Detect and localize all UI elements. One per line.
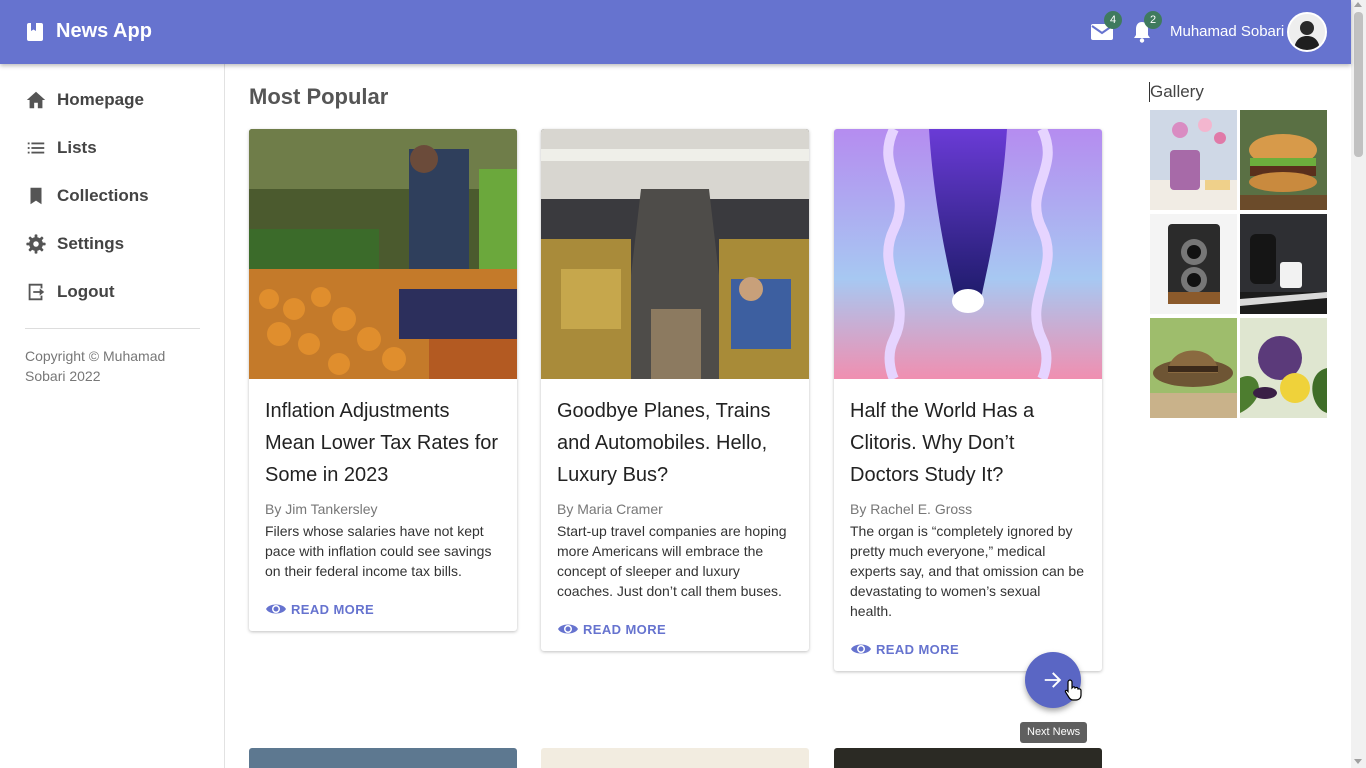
- news-title[interactable]: Inflation Adjustments Mean Lower Tax Rat…: [265, 395, 501, 491]
- news-author: By Jim Tankersley: [265, 501, 378, 517]
- list-icon: [27, 142, 45, 154]
- sidebar-divider: [25, 328, 200, 329]
- gallery-title: Gallery: [1150, 82, 1204, 101]
- news-card: Goodbye Planes, Trains and Automobiles. …: [541, 129, 809, 651]
- page-title: Most Popular: [249, 84, 389, 109]
- sidebar-item-lists[interactable]: Lists: [25, 134, 97, 162]
- app-title[interactable]: News App: [56, 20, 152, 43]
- scroll-up-arrow-icon[interactable]: [1354, 2, 1362, 7]
- news-card-peek[interactable]: [834, 748, 1102, 768]
- read-more-button[interactable]: READ MORE: [265, 601, 501, 617]
- news-card: Half the World Has a Clitoris. Why Don’t…: [834, 129, 1102, 671]
- gallery-thumb[interactable]: [1150, 318, 1237, 418]
- logout-icon: [28, 283, 45, 301]
- eye-icon: [266, 604, 286, 614]
- user-photo-icon: [1289, 14, 1325, 50]
- tooltip: Next News: [1020, 722, 1088, 743]
- sidebar-item-label: Settings: [57, 234, 125, 253]
- notification-badge: 2: [1144, 11, 1162, 29]
- mail-button[interactable]: 4: [1090, 11, 1122, 44]
- eye-icon: [851, 644, 871, 654]
- copyright-text: Copyright © Muhamad Sobari 2022: [25, 348, 166, 384]
- mail-badge: 4: [1104, 11, 1122, 29]
- sidebar-item-label: Homepage: [57, 90, 144, 109]
- hand-cursor-icon: [1064, 679, 1082, 701]
- sidebar-item-label: Lists: [57, 138, 97, 157]
- news-card-peek[interactable]: [541, 748, 809, 768]
- bookmark-icon: [30, 187, 42, 205]
- page-scrollbar[interactable]: [1351, 0, 1366, 768]
- app-bar: News App 4 2 Muhamad Sobari: [0, 0, 1351, 64]
- gear-icon: [26, 234, 46, 254]
- news-summary: Start-up travel companies are hoping mor…: [557, 523, 787, 599]
- sidebar: Homepage Lists Collections Settings Logo…: [0, 64, 225, 768]
- sidebar-item-label: Logout: [57, 282, 115, 301]
- gallery-thumb[interactable]: [1240, 214, 1327, 314]
- read-more-label: READ MORE: [291, 601, 375, 617]
- scroll-down-arrow-icon[interactable]: [1354, 759, 1362, 764]
- read-more-label: READ MORE: [583, 621, 667, 637]
- gallery-thumb[interactable]: [1240, 110, 1327, 210]
- gallery-thumb[interactable]: [1240, 318, 1327, 418]
- sidebar-item-settings[interactable]: Settings: [25, 230, 124, 258]
- news-author: By Maria Cramer: [557, 501, 663, 517]
- news-title[interactable]: Goodbye Planes, Trains and Automobiles. …: [557, 395, 793, 491]
- gallery-thumb[interactable]: [1150, 214, 1237, 314]
- news-summary: Filers whose salaries have not kept pace…: [265, 523, 492, 579]
- eye-icon: [558, 624, 578, 634]
- book-icon: [27, 23, 43, 41]
- news-image[interactable]: [541, 129, 809, 379]
- news-title[interactable]: Half the World Has a Clitoris. Why Don’t…: [850, 395, 1086, 491]
- notification-button[interactable]: 2: [1130, 11, 1162, 44]
- news-image[interactable]: [834, 129, 1102, 379]
- news-image[interactable]: [249, 129, 517, 379]
- scrollbar-thumb[interactable]: [1354, 12, 1363, 157]
- news-author: By Rachel E. Gross: [850, 501, 973, 517]
- user-name[interactable]: Muhamad Sobari: [1170, 23, 1284, 40]
- gallery-thumb[interactable]: [1150, 110, 1237, 210]
- read-more-button[interactable]: READ MORE: [557, 621, 793, 637]
- sidebar-item-label: Collections: [57, 186, 149, 205]
- arrow-right-icon: [1044, 672, 1062, 688]
- news-summary: The organ is “completely ignored by pret…: [850, 523, 1084, 619]
- sidebar-item-logout[interactable]: Logout: [25, 278, 115, 306]
- home-icon: [26, 91, 46, 109]
- news-card: Inflation Adjustments Mean Lower Tax Rat…: [249, 129, 517, 631]
- read-more-label: READ MORE: [876, 641, 960, 657]
- sidebar-item-homepage[interactable]: Homepage: [25, 86, 144, 114]
- avatar[interactable]: [1287, 12, 1327, 52]
- news-card-peek[interactable]: [249, 748, 517, 768]
- sidebar-item-collections[interactable]: Collections: [25, 182, 149, 210]
